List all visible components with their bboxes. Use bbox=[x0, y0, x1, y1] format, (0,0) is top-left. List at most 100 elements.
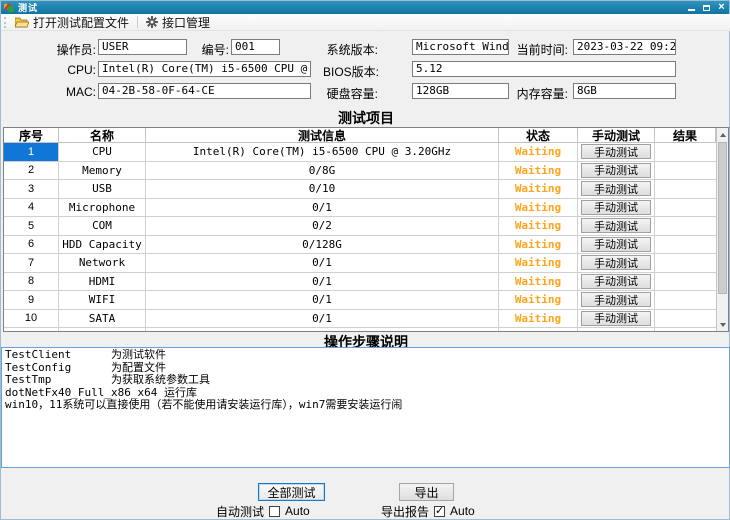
table-row[interactable]: 2 Memory 0/8G Waiting 手动测试 bbox=[4, 162, 716, 181]
hdd-capacity-field[interactable]: 128GB bbox=[412, 83, 509, 99]
cell-no: 1 bbox=[4, 143, 59, 162]
manual-test-button[interactable]: 手动测试 bbox=[581, 163, 651, 178]
cpu-field[interactable]: Intel(R) Core(TM) i5-6500 CPU @ 3.20GHz bbox=[98, 61, 311, 77]
table-partial-row bbox=[4, 328, 716, 331]
cell-name: HDD Capacity bbox=[59, 236, 146, 255]
cell-result bbox=[655, 254, 716, 273]
cell-status: Waiting bbox=[499, 217, 578, 236]
cell-result bbox=[655, 236, 716, 255]
test-all-button[interactable]: 全部测试 bbox=[258, 483, 325, 501]
app-window: 测试 × 打开测试配置文件 bbox=[0, 0, 730, 520]
cell-info: Intel(R) Core(TM) i5-6500 CPU @ 3.20GHz bbox=[146, 143, 499, 162]
header-info: 测试信息 bbox=[146, 128, 499, 143]
header-result: 结果 bbox=[655, 128, 716, 143]
ram-capacity-field[interactable]: 8GB bbox=[573, 83, 676, 99]
cell-no: 8 bbox=[4, 273, 59, 292]
table-row[interactable]: 6 HDD Capacity 0/128G Waiting 手动测试 bbox=[4, 236, 716, 255]
minimize-button[interactable] bbox=[684, 1, 699, 14]
close-icon: × bbox=[718, 2, 724, 13]
header-name: 名称 bbox=[59, 128, 146, 143]
manual-test-button[interactable]: 手动测试 bbox=[581, 181, 651, 196]
toolbar-grip bbox=[4, 17, 6, 28]
cell-result bbox=[655, 217, 716, 236]
scroll-down-icon bbox=[720, 323, 726, 327]
cpu-label: CPU: bbox=[39, 63, 96, 77]
scroll-up-button[interactable] bbox=[717, 128, 728, 141]
instructions-textarea[interactable]: TestClient 为测试软件 TestConfig 为配置文件 TestTm… bbox=[1, 347, 730, 468]
export-report-option-label: Auto bbox=[450, 504, 475, 518]
table-row[interactable]: 7 Network 0/1 Waiting 手动测试 bbox=[4, 254, 716, 273]
export-report-checkbox[interactable]: ✓ bbox=[434, 506, 445, 517]
cell-name: USB bbox=[59, 180, 146, 199]
maximize-button[interactable] bbox=[699, 1, 714, 14]
os-version-field[interactable]: Microsoft Windows 10 专 bbox=[412, 39, 509, 55]
toolbar-separator bbox=[137, 16, 138, 28]
bios-version-field[interactable]: 5.12 bbox=[412, 61, 676, 77]
cell-status: Waiting bbox=[499, 180, 578, 199]
cell-no: 5 bbox=[4, 217, 59, 236]
manual-test-button[interactable]: 手动测试 bbox=[581, 144, 651, 159]
cell-info: 0/1 bbox=[146, 273, 499, 292]
manual-test-button[interactable]: 手动测试 bbox=[581, 218, 651, 233]
table-title: 测试项目 bbox=[1, 108, 730, 128]
manual-test-button[interactable]: 手动测试 bbox=[581, 237, 651, 252]
scroll-down-button[interactable] bbox=[717, 318, 728, 331]
cell-no: 10 bbox=[4, 310, 59, 329]
cell-result bbox=[655, 162, 716, 181]
cell-status: Waiting bbox=[499, 143, 578, 162]
table-row[interactable]: 10 SATA 0/1 Waiting 手动测试 bbox=[4, 310, 716, 329]
interface-mgmt-label: 接口管理 bbox=[162, 14, 210, 31]
table-row[interactable]: 4 Microphone 0/1 Waiting 手动测试 bbox=[4, 199, 716, 218]
cell-status: Waiting bbox=[499, 310, 578, 329]
cell-name: SATA bbox=[59, 310, 146, 329]
cell-name: Memory bbox=[59, 162, 146, 181]
cell-no: 6 bbox=[4, 236, 59, 255]
cell-name: Network bbox=[59, 254, 146, 273]
cell-name: CPU bbox=[59, 143, 146, 162]
manual-test-button[interactable]: 手动测试 bbox=[581, 255, 651, 270]
test-table-body: 1 CPU Intel(R) Core(TM) i5-6500 CPU @ 3.… bbox=[4, 143, 716, 328]
cell-info: 0/2 bbox=[146, 217, 499, 236]
cell-info: 0/10 bbox=[146, 180, 499, 199]
cell-info: 0/1 bbox=[146, 199, 499, 218]
cell-info: 0/8G bbox=[146, 162, 499, 181]
table-row[interactable]: 1 CPU Intel(R) Core(TM) i5-6500 CPU @ 3.… bbox=[4, 143, 716, 162]
cell-result bbox=[655, 310, 716, 329]
scrollbar-thumb[interactable] bbox=[718, 142, 727, 294]
current-time-field[interactable]: 2023-03-22 09:20:26 bbox=[573, 39, 676, 55]
manual-test-button[interactable]: 手动测试 bbox=[581, 200, 651, 215]
header-manual: 手动测试 bbox=[578, 128, 655, 143]
table-row[interactable]: 9 WIFI 0/1 Waiting 手动测试 bbox=[4, 291, 716, 310]
operator-label: 操作员: bbox=[39, 41, 96, 58]
table-row[interactable]: 3 USB 0/10 Waiting 手动测试 bbox=[4, 180, 716, 199]
mac-field[interactable]: 04-2B-58-0F-64-CE bbox=[98, 83, 311, 99]
cell-status: Waiting bbox=[499, 162, 578, 181]
cell-name: Microphone bbox=[59, 199, 146, 218]
interface-mgmt-button[interactable]: 接口管理 bbox=[141, 15, 215, 30]
auto-test-checkbox[interactable] bbox=[269, 506, 280, 517]
number-field[interactable]: 001 bbox=[231, 39, 280, 55]
open-folder-icon bbox=[15, 17, 29, 28]
manual-test-button[interactable]: 手动测试 bbox=[581, 292, 651, 307]
open-config-button[interactable]: 打开测试配置文件 bbox=[10, 15, 134, 30]
cell-name: COM bbox=[59, 217, 146, 236]
cell-no: 4 bbox=[4, 199, 59, 218]
table-row[interactable]: 8 HDMI 0/1 Waiting 手动测试 bbox=[4, 273, 716, 292]
header-no: 序号 bbox=[4, 128, 59, 143]
close-button[interactable]: × bbox=[714, 1, 729, 14]
cell-no: 3 bbox=[4, 180, 59, 199]
table-scrollbar[interactable] bbox=[716, 128, 728, 331]
mac-label: MAC: bbox=[39, 85, 96, 99]
check-mark-icon: ✓ bbox=[435, 504, 444, 517]
operator-field[interactable]: USER bbox=[98, 39, 187, 55]
auto-test-label: 自动测试 bbox=[216, 503, 264, 520]
app-icon bbox=[4, 3, 14, 13]
manual-test-button[interactable]: 手动测试 bbox=[581, 274, 651, 289]
minimize-icon bbox=[688, 9, 695, 11]
manual-test-button[interactable]: 手动测试 bbox=[581, 311, 651, 326]
open-config-label: 打开测试配置文件 bbox=[33, 14, 129, 31]
cell-result bbox=[655, 199, 716, 218]
cell-status: Waiting bbox=[499, 236, 578, 255]
table-row[interactable]: 5 COM 0/2 Waiting 手动测试 bbox=[4, 217, 716, 236]
export-button[interactable]: 导出 bbox=[399, 483, 454, 501]
